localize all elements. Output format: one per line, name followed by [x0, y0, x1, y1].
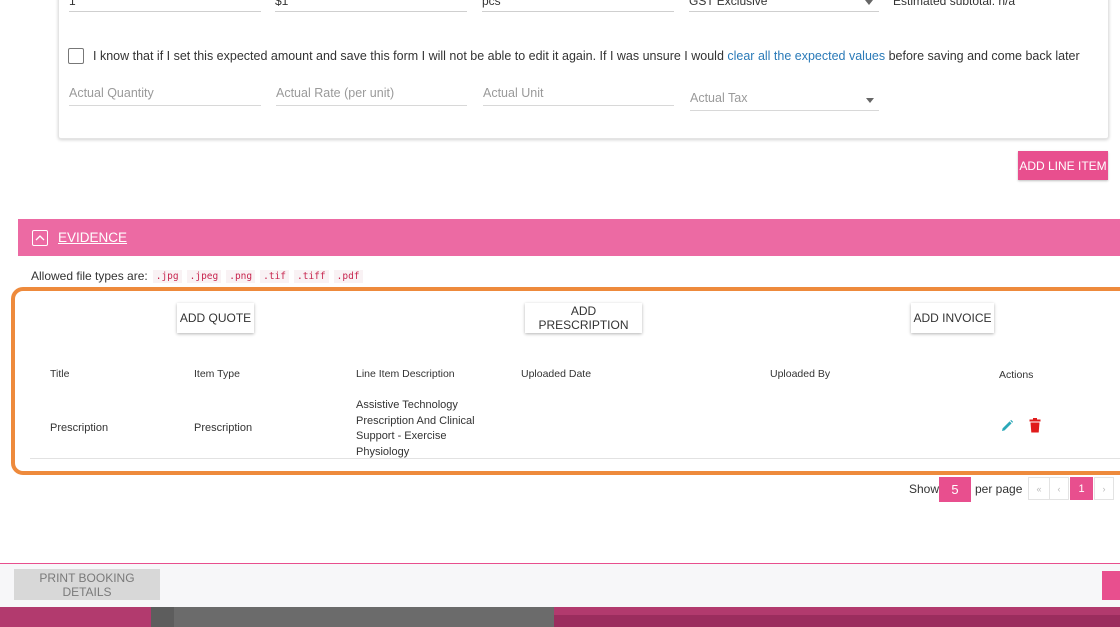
print-booking-details-button[interactable]: PRINT BOOKING DETAILS [14, 569, 160, 600]
confirm-text-after: before saving and come back later [885, 49, 1080, 63]
row-description: Assistive Technology Prescription And Cl… [356, 399, 475, 458]
add-invoice-button[interactable]: ADD INVOICE [911, 303, 994, 333]
column-header-actions: Actions [999, 369, 1034, 381]
first-page-button[interactable]: « [1028, 477, 1050, 500]
footer-action-button[interactable] [1102, 571, 1120, 600]
background-strip [554, 615, 1120, 627]
delete-icon[interactable] [1029, 418, 1041, 438]
show-label: Show [909, 482, 940, 496]
background-strip [151, 607, 174, 627]
confirm-checkbox[interactable] [68, 48, 84, 64]
background-strip [174, 607, 554, 627]
column-header-description: Line Item Description [356, 368, 455, 380]
expected-tax-select[interactable]: GST Exclusive [689, 0, 879, 12]
edit-icon[interactable] [1000, 419, 1014, 438]
row-title: Prescription [50, 422, 109, 434]
actual-rate-input[interactable]: Actual Rate (per unit) [276, 86, 467, 106]
actual-tax-select[interactable]: Actual Tax [690, 91, 879, 111]
chevron-down-icon [866, 98, 874, 103]
per-page-select[interactable]: 5 [939, 477, 971, 502]
expected-rate-field[interactable]: $1 [275, 0, 467, 12]
column-header-uploaded-by: Uploaded By [770, 368, 831, 380]
file-type: .jpg [152, 269, 182, 283]
add-line-item-button[interactable]: ADD LINE ITEM [1018, 151, 1108, 180]
actual-unit-input[interactable]: Actual Unit [483, 86, 674, 106]
column-header-item-type: Item Type [194, 368, 240, 380]
background-strip [0, 607, 151, 627]
column-header-uploaded-date: Uploaded Date [521, 368, 592, 380]
per-page-label: per page [975, 482, 1023, 496]
file-type: .tif [260, 269, 290, 283]
next-page-button[interactable]: › [1094, 477, 1114, 500]
line-item-card [58, 0, 1109, 139]
confirm-row: I know that if I set this expected amoun… [68, 47, 1080, 65]
add-prescription-button[interactable]: ADD PRESCRIPTION [525, 303, 642, 333]
expected-unit-field[interactable]: pcs [482, 0, 674, 12]
expected-quantity-field[interactable]: 1 [69, 0, 261, 12]
footer-bar [0, 563, 1120, 607]
file-type: .tiff [294, 269, 329, 283]
column-header-title: Title [50, 368, 70, 380]
clear-expected-values-link[interactable]: clear all the expected values [727, 49, 885, 63]
actual-quantity-input[interactable]: Actual Quantity [69, 86, 261, 106]
confirm-text: I know that if I set this expected amoun… [93, 49, 728, 63]
chevron-down-icon [865, 0, 873, 5]
add-quote-button[interactable]: ADD QUOTE [177, 303, 254, 333]
row-item-type: Prescription [194, 422, 253, 434]
file-type: .png [226, 269, 256, 283]
estimated-subtotal: Estimated subtotal: n/a [893, 0, 1016, 8]
table-divider [30, 458, 1120, 459]
chevron-up-icon[interactable] [32, 229, 48, 246]
allowed-file-types: Allowed file types are: .jpg .jpeg .png … [31, 269, 363, 283]
page-1-button[interactable]: 1 [1070, 477, 1093, 500]
evidence-title[interactable]: EVIDENCE [58, 230, 127, 245]
prev-page-button[interactable]: ‹ [1049, 477, 1069, 500]
file-type: .jpeg [186, 269, 222, 283]
allowed-label: Allowed file types are: [31, 269, 148, 283]
evidence-section-header[interactable]: EVIDENCE [18, 219, 1120, 256]
file-type: .pdf [333, 269, 363, 283]
